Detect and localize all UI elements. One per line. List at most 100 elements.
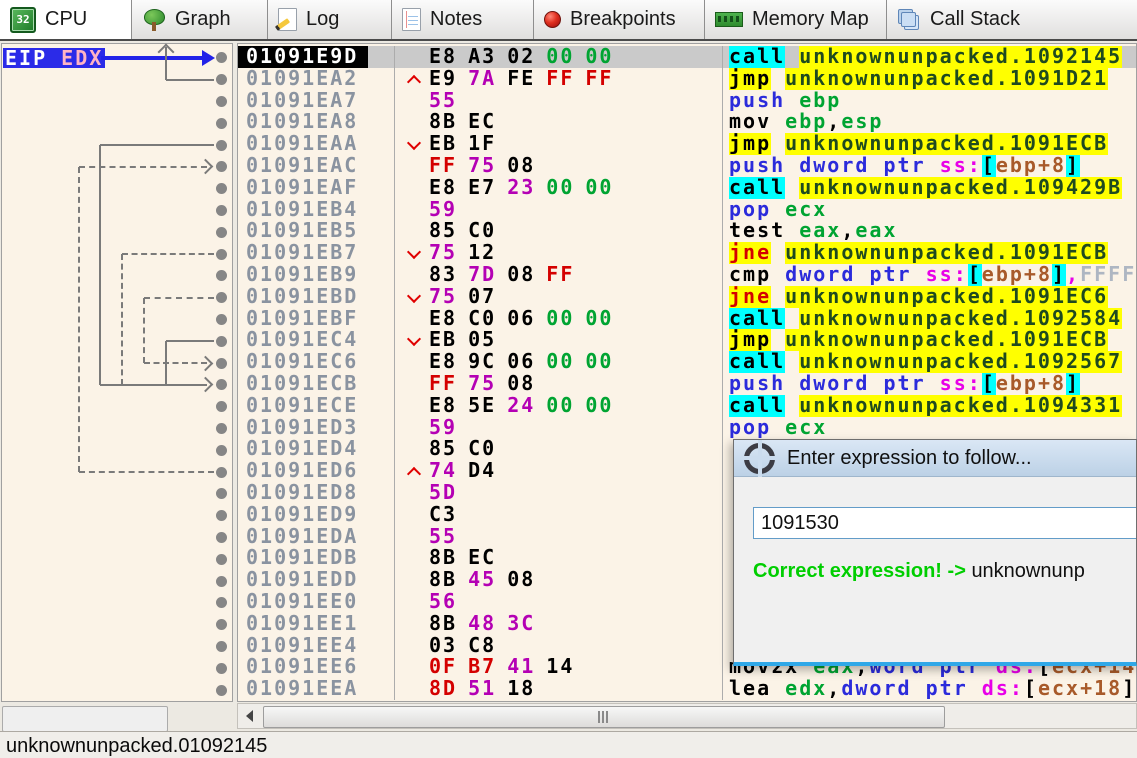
disasm-row[interactable]: 01091ECBFF7508push dword ptr ss:[ebp+8]	[238, 373, 1136, 395]
address-cell: 01091EB5	[238, 220, 395, 242]
disasm-row[interactable]: 01091EB9837D08FFcmp dword ptr ss:[ebp+8]…	[238, 264, 1136, 286]
instruction-cell: call unknownunpacked.1092145	[723, 46, 1136, 68]
address-cell: 01091EDA	[238, 526, 395, 548]
eip-register-label: EIP EDX	[3, 48, 105, 68]
address-cell: 01091ED3	[238, 417, 395, 439]
tab-breakpoints[interactable]: Breakpoints	[533, 0, 704, 39]
breakpoint-dot[interactable]	[216, 96, 227, 107]
disasm-row[interactable]: 01091EB459pop ecx	[238, 199, 1136, 221]
disasm-row[interactable]: 01091EACFF7508push dword ptr ss:[ebp+8]	[238, 155, 1136, 177]
disasm-row[interactable]: 01091EAAEB1Fjmp unknownunpacked.1091ECB	[238, 133, 1136, 155]
address-cell: 01091EA2	[238, 68, 395, 90]
breakpoint-dot[interactable]	[216, 685, 227, 696]
disasm-row[interactable]: 01091EA2E97AFEFFFFjmp unknownunpacked.10…	[238, 68, 1136, 90]
instruction-cell: pop ecx	[723, 417, 1136, 439]
breakpoint-dot[interactable]	[216, 74, 227, 85]
dialog-title-bar[interactable]: Enter expression to follow...	[734, 440, 1136, 477]
disasm-row[interactable]: 01091EB585C0test eax,eax	[238, 220, 1136, 242]
disasm-row[interactable]: 01091EB77512jne unknownunpacked.1091ECB	[238, 242, 1136, 264]
tab-call-stack[interactable]: Call Stack	[886, 0, 1137, 39]
jump-down-caret-icon	[407, 332, 421, 346]
edx-register-name: EDX	[61, 46, 103, 70]
bytes-cell: EB05	[395, 329, 723, 351]
disasm-row[interactable]: 01091EA88BECmov ebp,esp	[238, 111, 1136, 133]
breakpoint-dot[interactable]	[216, 358, 227, 369]
expression-input[interactable]	[753, 507, 1137, 539]
breakpoint-dot[interactable]	[216, 532, 227, 543]
breakpoint-dot[interactable]	[216, 183, 227, 194]
sidepanel-scrollbar-thumb[interactable]	[2, 706, 168, 732]
disasm-row[interactable]: 01091EAFE8E7230000call unknownunpacked.1…	[238, 177, 1136, 199]
instruction-cell: call unknownunpacked.109429B	[723, 177, 1136, 199]
address-cell: 01091EDD	[238, 569, 395, 591]
disasm-row[interactable]: 01091EA755push ebp	[238, 90, 1136, 112]
breakpoint-dot[interactable]	[216, 161, 227, 172]
breakpoint-dot[interactable]	[216, 488, 227, 499]
disasm-row[interactable]: 01091ED359pop ecx	[238, 417, 1136, 439]
address-cell: 01091EB9	[238, 264, 395, 286]
expression-result-line: Correct expression! -> unknownunp	[753, 560, 1137, 583]
breakpoint-dot[interactable]	[216, 336, 227, 347]
breakpoint-dot[interactable]	[216, 270, 227, 281]
breakpoint-dot[interactable]	[216, 597, 227, 608]
tab-notes[interactable]: Notes	[391, 0, 533, 39]
breakpoint-dot[interactable]	[216, 140, 227, 151]
breakpoint-dot[interactable]	[216, 314, 227, 325]
instruction-cell: push dword ptr ss:[ebp+8]	[723, 155, 1136, 177]
disasm-row[interactable]: 01091EC4EB05jmp unknownunpacked.1091ECB	[238, 329, 1136, 351]
breakpoint-dot[interactable]	[216, 619, 227, 630]
breakpoint-dot[interactable]	[216, 663, 227, 674]
scroll-left-button[interactable]	[238, 704, 260, 728]
breakpoint-dot[interactable]	[216, 205, 227, 216]
disasm-horizontal-scrollbar[interactable]	[237, 703, 1137, 729]
breakpoint-dot[interactable]	[216, 227, 227, 238]
instruction-cell: call unknownunpacked.1092567	[723, 351, 1136, 373]
address-cell: 01091EE0	[238, 591, 395, 613]
disasm-row[interactable]: 01091E9DE8A3020000call unknownunpacked.1…	[238, 46, 1136, 68]
tab-log[interactable]: Log	[267, 0, 391, 39]
breakpoint-dot[interactable]	[216, 401, 227, 412]
tab-graph[interactable]: Graph	[131, 0, 267, 39]
bytes-cell: 0FB74114	[395, 656, 723, 678]
breakpoint-dot[interactable]	[216, 467, 227, 478]
disasm-row[interactable]: 01091EEA8D5118lea edx,dword ptr ds:[ecx+…	[238, 678, 1136, 700]
address-cell: 01091ECB	[238, 373, 395, 395]
address-cell: 01091EEA	[238, 678, 395, 700]
instruction-cell: mov ebp,esp	[723, 111, 1136, 133]
cpu-chip-icon: 32	[10, 7, 36, 33]
breakpoint-dot[interactable]	[216, 379, 227, 390]
bytes-cell: 59	[395, 199, 723, 221]
breakpoint-dot[interactable]	[216, 445, 227, 456]
disasm-row[interactable]: 01091ECEE85E240000call unknownunpacked.1…	[238, 395, 1136, 417]
breakpoint-dot[interactable]	[216, 292, 227, 303]
tab-cpu[interactable]: 32 CPU	[0, 0, 131, 39]
tab-cpu-label: CPU	[45, 8, 87, 31]
disasm-row[interactable]: 01091EBD7507jne unknownunpacked.1091EC6	[238, 286, 1136, 308]
disasm-row[interactable]: 01091EC6E89C060000call unknownunpacked.1…	[238, 351, 1136, 373]
tab-memory-map[interactable]: Memory Map	[704, 0, 886, 39]
bytes-cell: 55	[395, 90, 723, 112]
instruction-cell: test eax,eax	[723, 220, 1136, 242]
red-dot-icon	[544, 11, 561, 28]
scrollbar-thumb[interactable]	[263, 706, 945, 728]
result-status-text: Correct expression!	[753, 560, 942, 582]
breakpoint-dot[interactable]	[216, 423, 227, 434]
instruction-cell: jmp unknownunpacked.1091ECB	[723, 133, 1136, 155]
address-cell: 01091EBF	[238, 308, 395, 330]
breakpoint-dot[interactable]	[216, 249, 227, 260]
breakpoint-dot[interactable]	[216, 52, 227, 63]
debugger-window: 32 CPU Graph Log Notes Breakpoints Memor…	[0, 0, 1137, 758]
crosshair-follow-icon	[744, 443, 775, 474]
bytes-cell: 837D08FF	[395, 264, 723, 286]
disasm-row[interactable]: 01091EBFE8C0060000call unknownunpacked.1…	[238, 308, 1136, 330]
instruction-cell: jne unknownunpacked.1091ECB	[723, 242, 1136, 264]
bytes-cell: E97AFEFFFF	[395, 68, 723, 90]
breakpoint-dot[interactable]	[216, 554, 227, 565]
breakpoint-dot[interactable]	[216, 118, 227, 129]
breakpoint-dot[interactable]	[216, 510, 227, 521]
tab-breakpoints-label: Breakpoints	[570, 8, 676, 31]
breakpoint-dot[interactable]	[216, 576, 227, 587]
breakpoint-dot[interactable]	[216, 641, 227, 652]
instruction-cell: call unknownunpacked.1094331	[723, 395, 1136, 417]
status-bar: unknownunpacked.01092145	[0, 731, 1137, 758]
